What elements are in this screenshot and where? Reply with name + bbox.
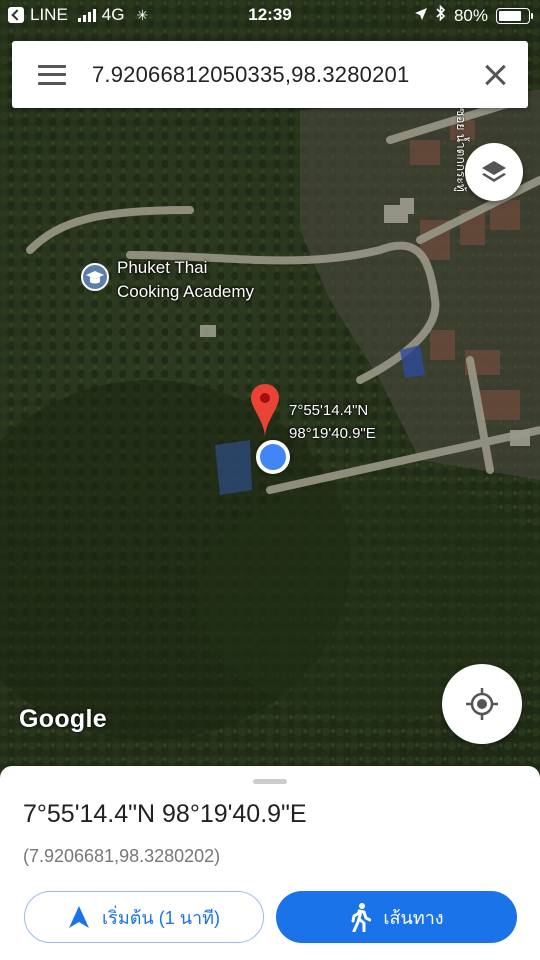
battery-icon <box>496 7 533 24</box>
navigation-arrow-icon <box>68 905 90 929</box>
decimal-coordinates: (7.9206681,98.3280202) <box>23 846 221 866</box>
place-title: 7°55'14.4"N 98°19'40.9"E <box>23 800 307 828</box>
location-arrow-icon <box>414 6 428 26</box>
start-button-label: เริ่มต้น (1 นาที) <box>102 907 220 928</box>
close-icon <box>484 64 506 86</box>
battery-fill <box>499 10 522 21</box>
layers-icon <box>482 161 506 182</box>
pin-latitude: 7°55'14.4"N <box>289 402 369 419</box>
layers-button[interactable] <box>465 143 523 201</box>
hamburger-menu-icon <box>38 64 66 85</box>
bluetooth-icon <box>436 4 446 26</box>
crosshair-icon <box>466 688 498 720</box>
clear-search-button[interactable] <box>462 41 528 108</box>
my-location-button[interactable] <box>442 664 522 744</box>
place-bottom-sheet[interactable]: 7°55'14.4"N 98°19'40.9"E (7.9206681,98.3… <box>0 766 540 960</box>
poi-label[interactable]: Phuket Thai Cooking Academy <box>117 256 254 304</box>
start-navigation-button[interactable]: เริ่มต้น (1 นาที) <box>24 891 264 943</box>
dropped-pin-icon[interactable] <box>250 382 280 440</box>
poi-name-line2: Cooking Academy <box>117 282 255 301</box>
poi-name-line1: Phuket Thai <box>117 258 208 277</box>
walking-icon <box>349 902 372 932</box>
search-input[interactable]: 7.92066812050335,98.3280201 <box>92 62 462 88</box>
search-bar[interactable]: 7.92066812050335,98.3280201 <box>12 41 528 108</box>
pin-coordinates-label: 7°55'14.4"N 98°19'40.9"E <box>289 399 376 445</box>
battery-percent: 80% <box>453 5 488 25</box>
pin-longitude: 98°19'40.9"E <box>289 425 376 442</box>
directions-button[interactable]: เส้นทาง <box>276 891 517 943</box>
google-logo: Google <box>19 705 107 733</box>
directions-button-label: เส้นทาง <box>383 907 444 928</box>
drag-handle[interactable] <box>253 779 287 784</box>
school-poi-icon[interactable] <box>80 262 110 292</box>
status-bar: LINE 4G ✳ 12:39 80% <box>0 0 540 32</box>
menu-button[interactable] <box>12 41 92 108</box>
my-location-dot <box>256 440 290 474</box>
